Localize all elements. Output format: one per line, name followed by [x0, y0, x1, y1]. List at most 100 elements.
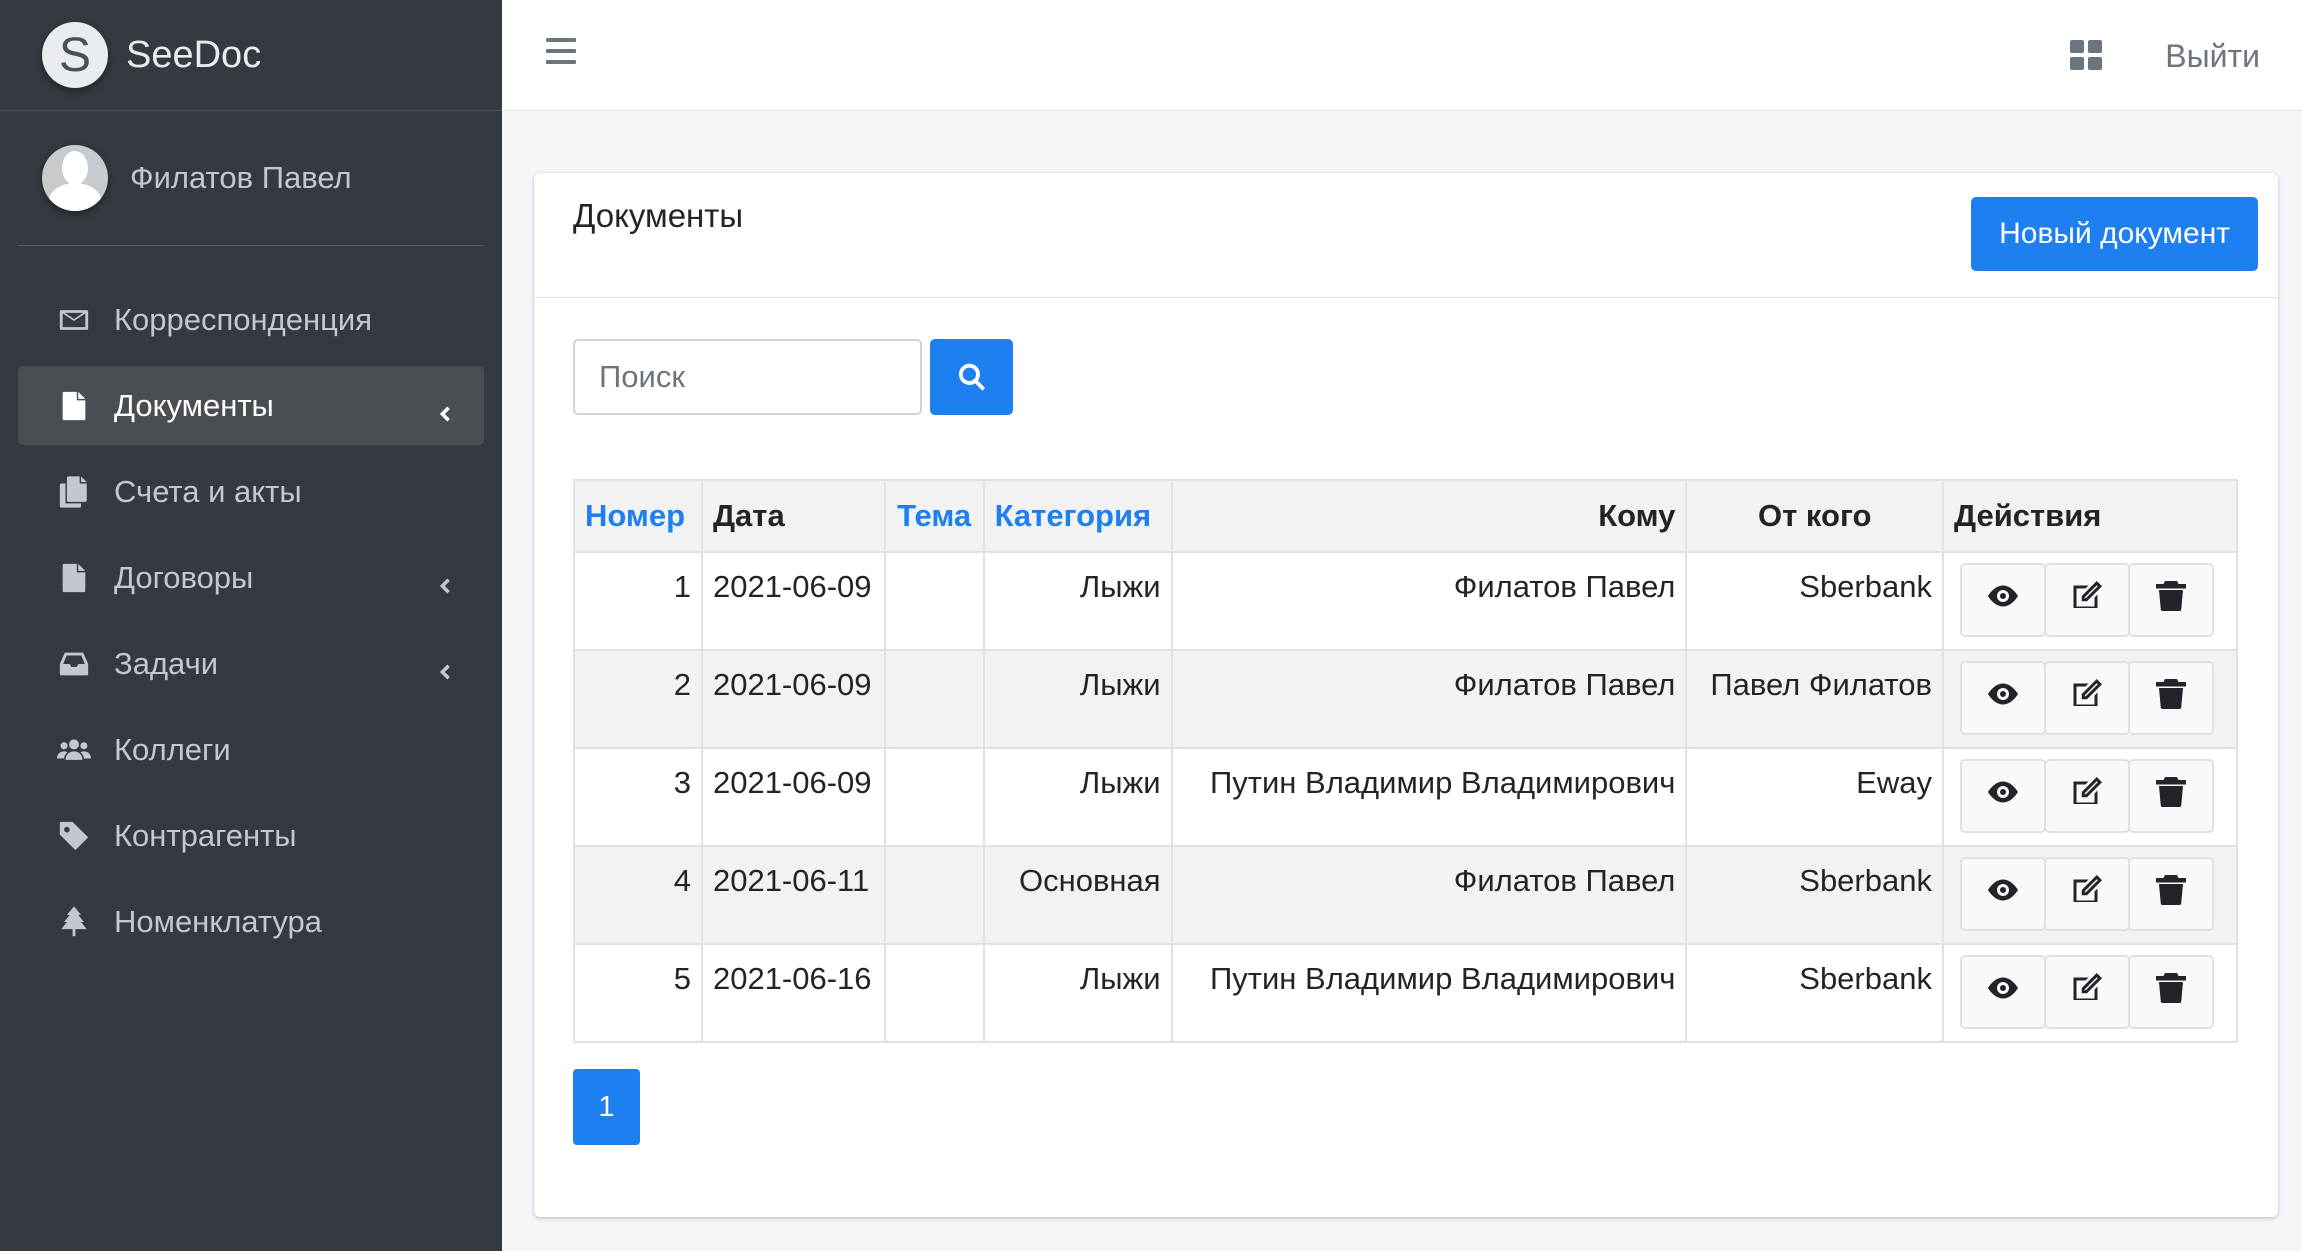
trash-icon — [2153, 872, 2189, 916]
cell-number: 2 — [573, 649, 703, 749]
sidebar-item-label: Коллеги — [114, 731, 231, 767]
user-panel[interactable]: Филатов Павел — [18, 111, 484, 246]
column-header-topic[interactable]: Тема — [883, 479, 985, 553]
eye-icon — [1985, 774, 2021, 818]
cell-number: 4 — [573, 845, 703, 945]
sidebar-item-contractors[interactable]: Контрагенты — [18, 796, 484, 875]
cell-actions — [1941, 649, 2239, 749]
cell-topic — [883, 943, 985, 1043]
column-header-category[interactable]: Категория — [982, 479, 1173, 553]
edit-icon — [2069, 676, 2105, 720]
sidebar-item-label: Номенклатура — [114, 903, 323, 939]
cell-date: 2021-06-09 — [700, 649, 886, 749]
sidebar-item-colleagues[interactable]: Коллеги — [18, 710, 484, 789]
cell-number: 1 — [573, 551, 703, 651]
sidebar-item-label: Счета и акты — [114, 473, 302, 509]
logout-link[interactable]: Выйти — [2165, 38, 2260, 75]
new-document-button[interactable]: Новый документ — [1971, 197, 2258, 271]
cell-to: Путин Владимир Владимирович — [1170, 747, 1688, 847]
cell-to: Филатов Павел — [1170, 551, 1688, 651]
sidebar: S SeeDoc Филатов Павел Корреспонденция Д… — [0, 0, 502, 1251]
grid-icon[interactable] — [2070, 40, 2102, 70]
table-row: 1 2021-06-09 Лыжи Филатов Павел Sberbank — [573, 551, 2239, 651]
delete-button[interactable] — [2127, 563, 2214, 637]
hamburger-menu-icon[interactable] — [546, 38, 576, 68]
sidebar-nav: Корреспонденция Документы Счета и акты Д… — [0, 280, 502, 961]
column-header-to: Кому — [1170, 479, 1688, 553]
brand-link[interactable]: S SeeDoc — [0, 0, 502, 111]
cell-to: Путин Владимир Владимирович — [1170, 943, 1688, 1043]
chevron-left-icon — [434, 654, 454, 679]
table-header-row: Номер Дата Тема Категория Кому От кого Д… — [573, 479, 2239, 553]
brand-logo: S — [42, 22, 108, 88]
page-title: Документы — [573, 197, 744, 234]
tag-icon — [54, 816, 94, 856]
file-icon — [54, 386, 94, 426]
edit-icon — [2069, 970, 2105, 1014]
delete-button[interactable] — [2127, 857, 2214, 931]
card-header: Документы Новый документ — [534, 173, 2278, 298]
cell-category: Лыжи — [982, 943, 1173, 1043]
envelope-icon — [54, 300, 94, 340]
cell-actions — [1941, 747, 2239, 847]
edit-button[interactable] — [2043, 955, 2130, 1029]
edit-button[interactable] — [2043, 857, 2130, 931]
cell-number: 5 — [573, 943, 703, 1043]
avatar — [42, 145, 108, 211]
eye-icon — [1985, 872, 2021, 916]
eye-icon — [1985, 970, 2021, 1014]
sidebar-item-label: Задачи — [114, 645, 219, 681]
cell-date: 2021-06-16 — [700, 943, 886, 1043]
view-button[interactable] — [1959, 857, 2046, 931]
view-button[interactable] — [1959, 759, 2046, 833]
cell-to: Филатов Павел — [1170, 845, 1688, 945]
sidebar-item-label: Документы — [114, 387, 274, 423]
view-button[interactable] — [1959, 955, 2046, 1029]
column-header-number[interactable]: Номер — [573, 479, 703, 553]
view-button[interactable] — [1959, 661, 2046, 735]
inbox-icon — [54, 644, 94, 684]
sidebar-item-nomenclature[interactable]: Номенклатура — [18, 882, 484, 961]
documents-table: Номер Дата Тема Категория Кому От кого Д… — [573, 479, 2239, 1043]
trash-icon — [2153, 676, 2189, 720]
cell-date: 2021-06-09 — [700, 551, 886, 651]
table-row: 3 2021-06-09 Лыжи Путин Владимир Владимиров… — [573, 747, 2239, 847]
edit-button[interactable] — [2043, 661, 2130, 735]
table-row: 5 2021-06-16 Лыжи Путин Владимир Владимиров… — [573, 943, 2239, 1043]
users-icon — [54, 730, 94, 770]
search-input[interactable]: Поиск — [573, 339, 922, 415]
edit-icon — [2069, 578, 2105, 622]
table-row: 2 2021-06-09 Лыжи Филатов Павел Павел Филато… — [573, 649, 2239, 749]
cell-from: Павел Филатов — [1685, 649, 1944, 749]
sidebar-item-documents[interactable]: Документы — [18, 366, 484, 445]
column-header-date: Дата — [700, 479, 886, 553]
cell-from: Sberbank — [1685, 845, 1944, 945]
brand-name: SeeDoc — [126, 33, 262, 76]
sidebar-item-label: Контрагенты — [114, 817, 297, 853]
view-button[interactable] — [1959, 563, 2046, 637]
eye-icon — [1985, 676, 2021, 720]
cell-from: Sberbank — [1685, 943, 1944, 1043]
sidebar-item-correspondence[interactable]: Корреспонденция — [18, 280, 484, 359]
cell-category: Лыжи — [982, 747, 1173, 847]
search-button[interactable] — [930, 339, 1013, 415]
search-form: Поиск — [573, 339, 1013, 415]
delete-button[interactable] — [2127, 955, 2214, 1029]
sidebar-item-invoices[interactable]: Счета и акты — [18, 452, 484, 531]
edit-button[interactable] — [2043, 563, 2130, 637]
trash-icon — [2153, 970, 2189, 1014]
cell-category: Лыжи — [982, 551, 1173, 651]
sidebar-item-tasks[interactable]: Задачи — [18, 624, 484, 703]
cell-category: Лыжи — [982, 649, 1173, 749]
delete-button[interactable] — [2127, 661, 2214, 735]
top-navbar: Выйти — [502, 0, 2302, 111]
edit-button[interactable] — [2043, 759, 2130, 833]
file-icon — [54, 558, 94, 598]
sidebar-item-contracts[interactable]: Договоры — [18, 538, 484, 617]
cell-actions — [1941, 845, 2239, 945]
user-name: Филатов Павел — [130, 160, 352, 195]
pagination-page-1[interactable]: 1 — [573, 1069, 640, 1145]
edit-icon — [2069, 872, 2105, 916]
eye-icon — [1985, 578, 2021, 622]
delete-button[interactable] — [2127, 759, 2214, 833]
